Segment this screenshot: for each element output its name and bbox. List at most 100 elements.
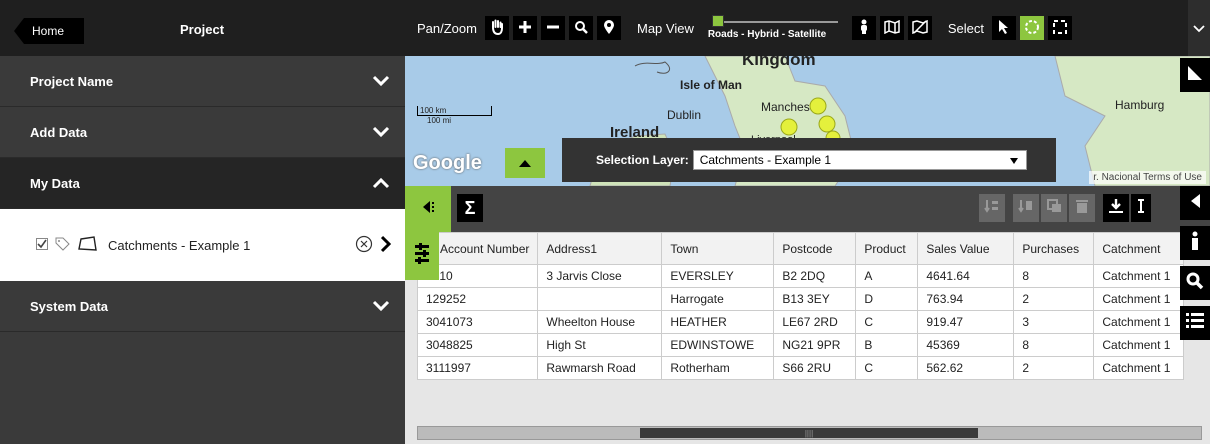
table-cell: D (855, 287, 919, 311)
corner-triangle-icon (1186, 64, 1204, 87)
table-cell: 2 (1013, 356, 1095, 380)
table-header-row: Account Number Address1 Town Postcode Pr… (416, 232, 1185, 265)
pointer-select-button[interactable] (991, 16, 1016, 40)
map-layers-button[interactable] (879, 16, 904, 40)
corner-toggle-button[interactable] (1180, 58, 1210, 92)
sigma-button[interactable]: Σ (457, 194, 483, 222)
rail-search-button[interactable] (1180, 266, 1210, 300)
table-row[interactable]: 3041073 Wheelton House HEATHER LE67 2RD … (416, 310, 1185, 334)
download-button[interactable] (1103, 194, 1129, 222)
section-label: Project Name (30, 73, 114, 89)
sort-asc-button[interactable] (1013, 194, 1039, 222)
download-icon (1108, 198, 1124, 219)
expand-icon (1136, 198, 1146, 219)
caret-down-icon (1009, 153, 1018, 167)
horizontal-scrollbar[interactable]: |||| (417, 426, 1202, 440)
checkbox-icon[interactable] (36, 237, 48, 253)
table-cell: A (855, 264, 919, 288)
copy-button[interactable] (1041, 194, 1067, 222)
table-row[interactable]: 129252 Harrogate B13 3EY D 763.94 2 Catc… (416, 287, 1185, 311)
column-header[interactable]: Product (855, 232, 919, 265)
mapview-label: Map View (636, 20, 694, 36)
chevron-right-icon[interactable] (379, 235, 392, 256)
expand-button[interactable] (1131, 194, 1151, 222)
cursor-icon (998, 19, 1010, 38)
pin-icon (603, 19, 615, 38)
filter-button[interactable] (405, 232, 439, 280)
filter-icon (413, 242, 431, 271)
table-cell: HEATHER (661, 310, 775, 334)
section-add-data[interactable]: Add Data (0, 107, 405, 158)
zoom-search-button[interactable] (568, 16, 593, 40)
rect-select-button[interactable] (1047, 16, 1072, 40)
locate-button[interactable] (596, 16, 621, 40)
info-icon (1190, 231, 1200, 256)
column-header[interactable]: Postcode (773, 232, 857, 265)
close-circle-icon[interactable] (355, 235, 373, 256)
streetview-button[interactable] (851, 16, 876, 40)
lasso-select-button[interactable] (1019, 16, 1044, 40)
scrollbar-thumb[interactable]: |||| (640, 428, 978, 438)
caret-left-icon (420, 199, 436, 220)
table-cell (537, 287, 663, 311)
map-marker (818, 115, 836, 133)
collapse-panel-button[interactable] (405, 186, 451, 232)
table-cell: Wheelton House (537, 310, 663, 334)
slider-track (713, 21, 838, 23)
select-label: Select (947, 20, 984, 36)
table-cell: Catchment 1 (1093, 264, 1185, 288)
toolbar-expand-button[interactable] (1188, 0, 1210, 56)
tag-icon[interactable] (54, 236, 70, 255)
table-cell: EDWINSTOWE (661, 333, 775, 357)
mydata-item-label: Catchments - Example 1 (108, 237, 251, 253)
table-row[interactable]: 6410 3 Jarvis Close EVERSLEY B2 2DQ A 46… (416, 264, 1185, 288)
sort-asc-icon (1018, 198, 1034, 219)
pan-button[interactable] (484, 16, 509, 40)
hand-icon (490, 19, 504, 38)
polygon-icon (78, 235, 98, 255)
mapview-slider[interactable]: Roads - Hybrid - Satellite (708, 13, 844, 43)
zoom-out-button[interactable] (540, 16, 565, 40)
section-label: Add Data (30, 124, 88, 140)
data-table: Account Number Address1 Town Postcode Pr… (416, 232, 1185, 380)
project-title: Project (180, 22, 225, 37)
search-icon (574, 20, 588, 37)
section-project-name[interactable]: Project Name (0, 56, 405, 107)
legend-button[interactable] (1180, 306, 1210, 340)
section-my-data[interactable]: My Data (0, 158, 405, 209)
map-collapse-button[interactable] (505, 148, 545, 178)
hide-map-button[interactable] (907, 16, 932, 40)
person-icon (859, 19, 869, 38)
sort-desc-button[interactable] (979, 194, 1005, 222)
lasso-icon (1024, 19, 1040, 38)
table-cell: 919.47 (917, 310, 1015, 334)
rail-collapse-button[interactable] (1180, 186, 1210, 220)
mydata-layer-item[interactable]: Catchments - Example 1 (0, 209, 405, 281)
selection-layer-select[interactable]: Catchments - Example 1 (692, 150, 1027, 170)
chevron-down-icon (371, 74, 391, 88)
copy-icon (1046, 198, 1062, 219)
sidebar-header: Home Project (0, 0, 405, 56)
map-attribution[interactable]: r. Nacional Terms of Use (1089, 171, 1206, 184)
chevron-down-icon (371, 299, 391, 313)
map-marker (780, 118, 798, 136)
table-cell: 4641.64 (917, 264, 1015, 288)
slider-thumb[interactable] (711, 15, 724, 27)
plus-icon (518, 20, 532, 37)
scale-mi: 100 mi (427, 116, 452, 125)
list-icon (1185, 311, 1205, 336)
caret-left-icon (1189, 193, 1201, 214)
info-button[interactable] (1180, 226, 1210, 260)
column-header[interactable]: Catchment (1093, 232, 1185, 265)
column-header[interactable]: Town (661, 232, 775, 265)
zoom-in-button[interactable] (512, 16, 537, 40)
section-system-data[interactable]: System Data (0, 281, 405, 332)
column-header[interactable]: Address1 (537, 232, 663, 265)
table-cell: Harrogate (661, 287, 775, 311)
delete-button[interactable] (1069, 194, 1095, 222)
column-header[interactable]: Sales Value (917, 232, 1015, 265)
table-row[interactable]: 3048825 High St EDWINSTOWE NG21 9PR B 45… (416, 333, 1185, 357)
column-header[interactable]: Purchases (1013, 232, 1095, 265)
table-row[interactable]: 3111997 Rawmarsh Road Rotherham S66 2RU … (416, 356, 1185, 380)
home-button[interactable]: Home (14, 18, 84, 44)
